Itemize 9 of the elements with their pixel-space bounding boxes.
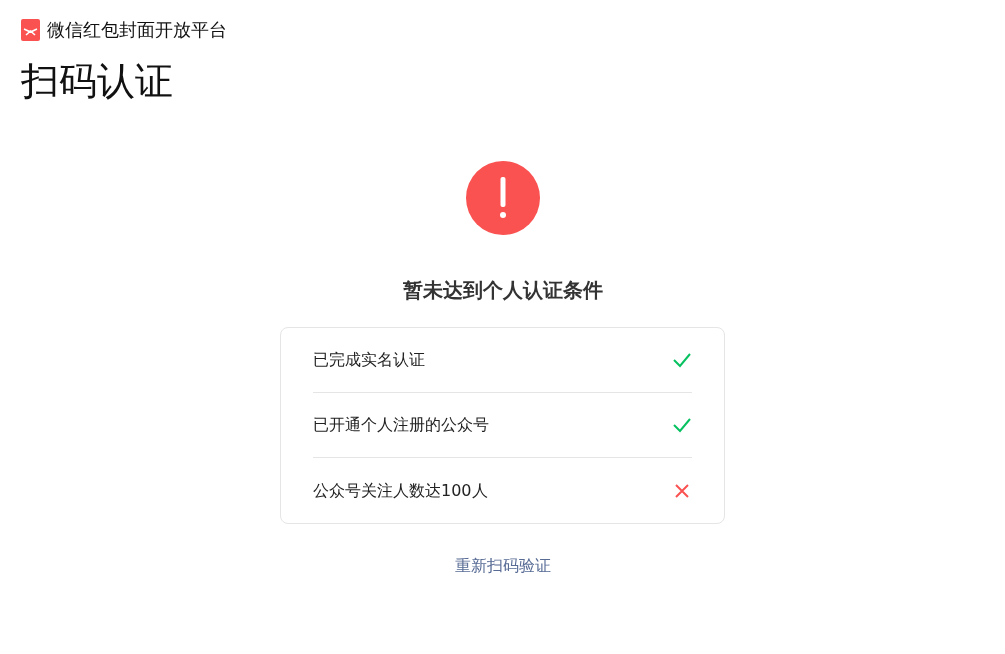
warning-icon bbox=[465, 161, 540, 235]
logo-icon bbox=[21, 18, 40, 41]
result-heading: 暂未达到个人认证条件 bbox=[402, 277, 603, 304]
condition-label: 公众号关注人数达100人 bbox=[313, 479, 488, 502]
page-title: 扫码认证 bbox=[21, 58, 174, 105]
condition-label: 已完成实名认证 bbox=[313, 349, 425, 371]
condition-label: 已开通个人注册的公众号 bbox=[313, 414, 489, 436]
brand-name: 微信红包封面开放平台 bbox=[47, 18, 227, 42]
retry-link[interactable]: 重新扫码验证 bbox=[454, 554, 551, 578]
